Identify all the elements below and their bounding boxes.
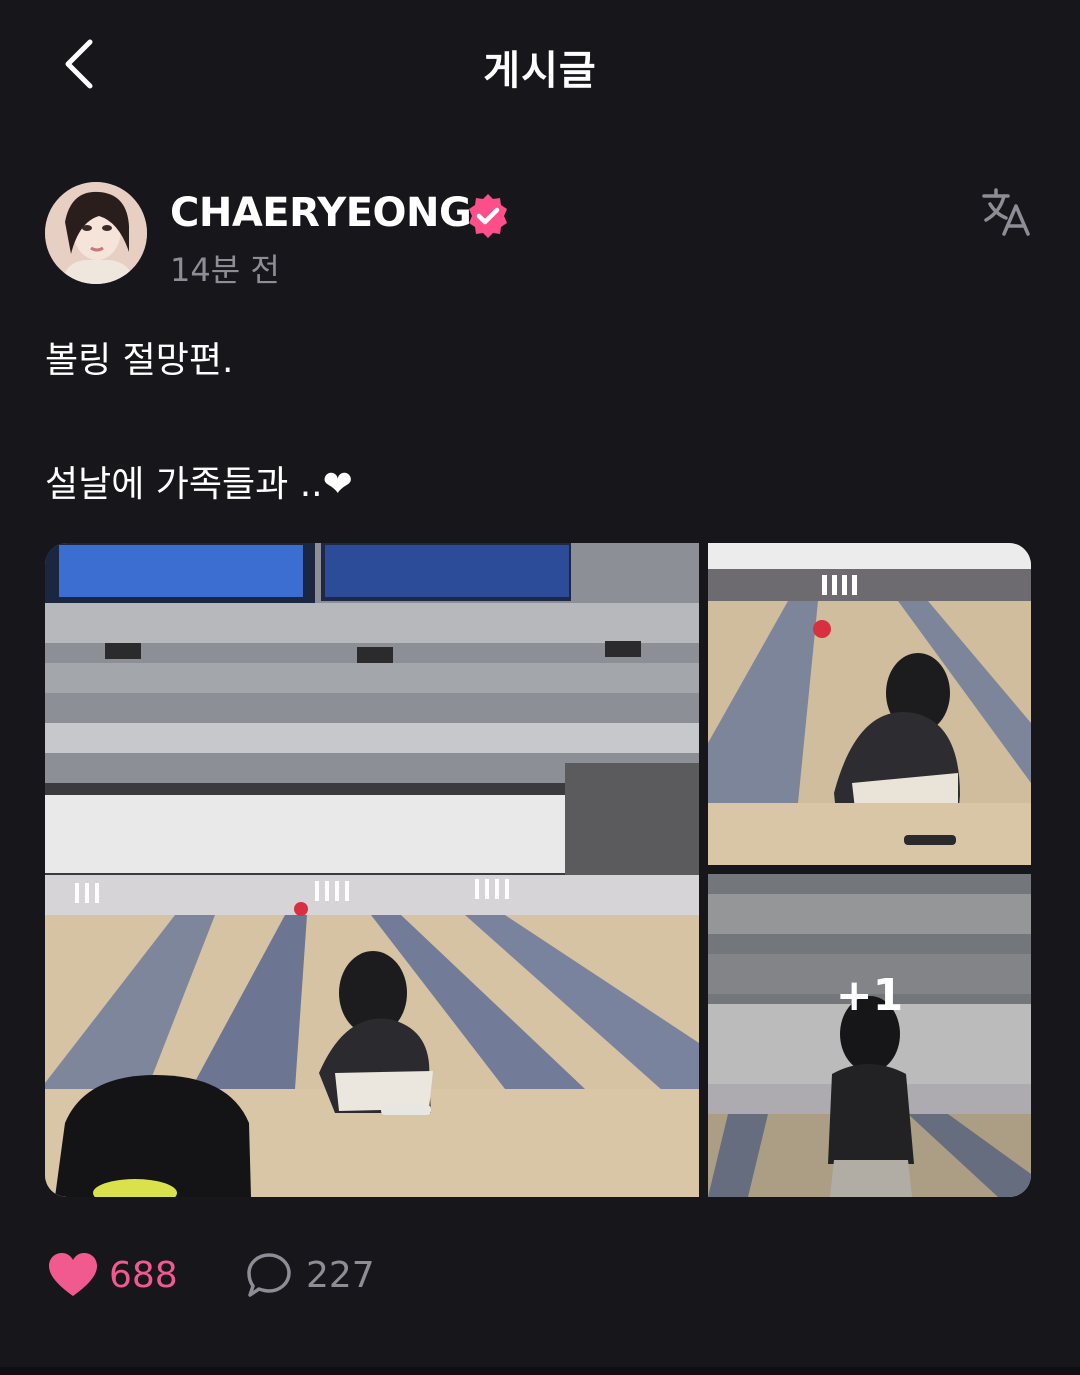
more-photos-count: +1 (708, 874, 1031, 1197)
page-title: 게시글 (483, 48, 597, 94)
bottom-divider (0, 1367, 1080, 1375)
verified-badge-icon (469, 194, 507, 238)
avatar[interactable] (45, 182, 147, 284)
comment-bubble-icon (247, 1253, 291, 1297)
comment-button[interactable]: 227 (246, 1252, 375, 1298)
avatar-image (45, 182, 147, 284)
translate-icon (982, 188, 1030, 236)
bowling-standing-photo[interactable]: +1 (708, 874, 1031, 1197)
author-name[interactable]: CHAERYEONG (170, 190, 472, 236)
heart-icon (49, 1253, 97, 1296)
bowling-lane-photo[interactable] (45, 543, 699, 1197)
bowling-crouch-photo[interactable] (708, 543, 1031, 865)
like-button[interactable]: 688 (47, 1252, 178, 1298)
post-time: 14분 전 (170, 251, 280, 289)
like-count: 688 (109, 1254, 178, 1296)
comment-count: 227 (306, 1254, 375, 1296)
post-screen: 게시글 CHAERYEONG 14분 전 볼링 절망편. 설날에 가족들과 ..… (0, 0, 1080, 1375)
media-grid: +1 (45, 543, 1031, 1197)
post-body-text: 볼링 절망편. 설날에 가족들과 ..❤ (45, 340, 353, 505)
translate-button[interactable] (980, 186, 1032, 238)
